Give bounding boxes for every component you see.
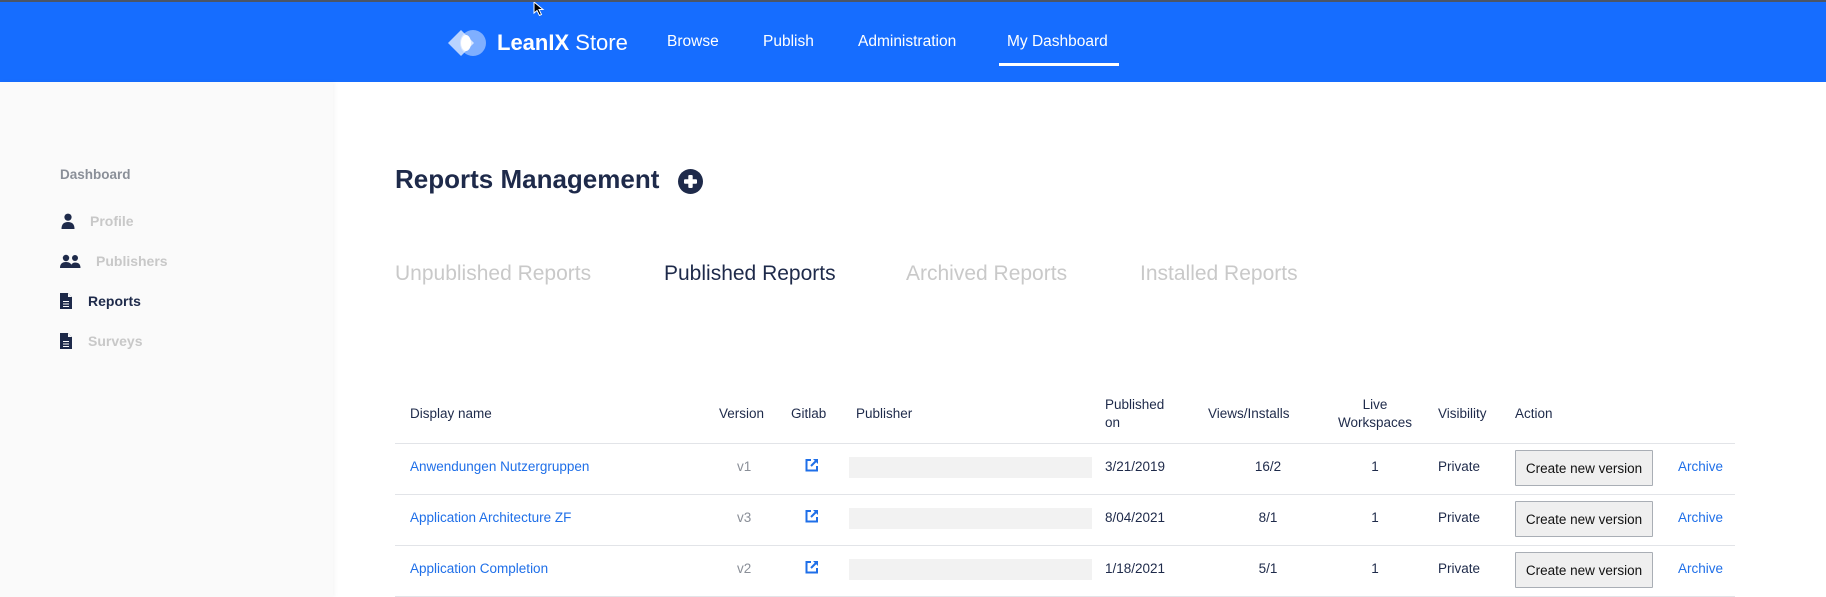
sidebar-item-label: Reports bbox=[88, 293, 141, 309]
column-header-published-on: Published on bbox=[1105, 396, 1164, 432]
live-workspaces: 1 bbox=[1371, 459, 1379, 474]
report-name-link[interactable]: Application Completion bbox=[410, 561, 548, 576]
create-new-version-button[interactable]: Create new version bbox=[1515, 450, 1653, 486]
archive-link[interactable]: Archive bbox=[1678, 459, 1723, 474]
user-icon bbox=[61, 213, 75, 229]
visibility: Private bbox=[1438, 510, 1481, 525]
live-workspaces: 1 bbox=[1371, 561, 1379, 576]
report-version: v3 bbox=[737, 510, 752, 525]
sidebar-item-label: Surveys bbox=[88, 333, 143, 349]
tab-unpublished-reports[interactable]: Unpublished Reports bbox=[395, 262, 591, 286]
logo-brand: LeanIX bbox=[497, 30, 570, 55]
row-divider bbox=[395, 545, 1735, 546]
logo-store: Store bbox=[575, 30, 628, 55]
column-header-views-installs: Views/Installs bbox=[1208, 406, 1290, 421]
live-workspaces: 1 bbox=[1371, 510, 1379, 525]
tab-installed-reports[interactable]: Installed Reports bbox=[1140, 262, 1298, 286]
tab-published-reports[interactable]: Published Reports bbox=[664, 262, 836, 286]
sidebar: Dashboard Profile Publishers Reports Sur… bbox=[0, 82, 333, 597]
archive-link[interactable]: Archive bbox=[1678, 510, 1723, 525]
sidebar-heading: Dashboard bbox=[60, 167, 131, 182]
column-header-live-workspaces: Live Workspaces bbox=[1325, 396, 1425, 432]
column-header-display-name: Display name bbox=[410, 406, 492, 421]
archive-link[interactable]: Archive bbox=[1678, 561, 1723, 576]
sidebar-item-label: Profile bbox=[90, 213, 134, 229]
published-on: 8/04/2021 bbox=[1105, 510, 1166, 525]
mouse-cursor-icon bbox=[533, 2, 545, 16]
column-header-action: Action bbox=[1515, 406, 1553, 421]
sidebar-item-surveys[interactable]: Surveys bbox=[60, 333, 142, 349]
column-header-gitlab: Gitlab bbox=[791, 406, 827, 421]
sidebar-item-label: Publishers bbox=[96, 253, 168, 269]
external-link-icon[interactable] bbox=[805, 560, 819, 574]
tab-archived-reports[interactable]: Archived Reports bbox=[906, 262, 1067, 286]
header-line-2: Workspaces bbox=[1337, 415, 1413, 430]
sidebar-item-profile[interactable]: Profile bbox=[60, 213, 134, 229]
external-link-icon[interactable] bbox=[805, 458, 819, 472]
column-header-publisher: Publisher bbox=[856, 406, 913, 421]
visibility: Private bbox=[1438, 459, 1481, 474]
header-line-1: Published bbox=[1105, 397, 1165, 412]
file-icon bbox=[60, 293, 72, 309]
leanix-store-logo[interactable]: LeanIX Store bbox=[447, 28, 628, 58]
users-icon bbox=[60, 254, 81, 268]
leanix-logo-icon bbox=[448, 30, 486, 56]
top-navigation-bar: LeanIX Store Browse Publish Administrati… bbox=[0, 0, 1826, 82]
column-header-visibility: Visibility bbox=[1438, 406, 1487, 421]
sidebar-item-reports[interactable]: Reports bbox=[60, 293, 141, 309]
plus-circle-icon[interactable] bbox=[678, 169, 703, 194]
views-installs: 5/1 bbox=[1258, 561, 1278, 576]
publisher-field bbox=[849, 559, 1092, 580]
header-divider bbox=[395, 443, 1735, 444]
logo-text: LeanIX Store bbox=[497, 30, 628, 56]
report-name-link[interactable]: Anwendungen Nutzergruppen bbox=[410, 459, 589, 474]
views-installs: 8/1 bbox=[1258, 510, 1278, 525]
published-on: 3/21/2019 bbox=[1105, 459, 1166, 474]
report-version: v1 bbox=[737, 459, 752, 474]
visibility: Private bbox=[1438, 561, 1481, 576]
active-nav-indicator bbox=[999, 63, 1119, 66]
nav-publish[interactable]: Publish bbox=[763, 33, 814, 51]
create-new-version-button[interactable]: Create new version bbox=[1515, 552, 1653, 588]
create-new-version-button[interactable]: Create new version bbox=[1515, 501, 1653, 537]
header-line-2: on bbox=[1105, 415, 1121, 430]
published-on: 1/18/2021 bbox=[1105, 561, 1166, 576]
column-header-version: Version bbox=[719, 406, 765, 421]
nav-my-dashboard[interactable]: My Dashboard bbox=[1007, 33, 1108, 51]
row-divider bbox=[395, 494, 1735, 495]
external-link-icon[interactable] bbox=[805, 509, 819, 523]
publisher-field bbox=[849, 508, 1092, 529]
report-name-link[interactable]: Application Architecture ZF bbox=[410, 510, 571, 525]
page-title: Reports Management bbox=[395, 164, 660, 194]
header-line-1: Live bbox=[1362, 397, 1388, 412]
publisher-field bbox=[849, 457, 1092, 478]
nav-browse[interactable]: Browse bbox=[667, 33, 719, 51]
report-version: v2 bbox=[737, 561, 752, 576]
file-icon bbox=[60, 333, 72, 349]
nav-administration[interactable]: Administration bbox=[858, 33, 956, 51]
sidebar-item-publishers[interactable]: Publishers bbox=[60, 253, 168, 269]
views-installs: 16/2 bbox=[1254, 459, 1282, 474]
